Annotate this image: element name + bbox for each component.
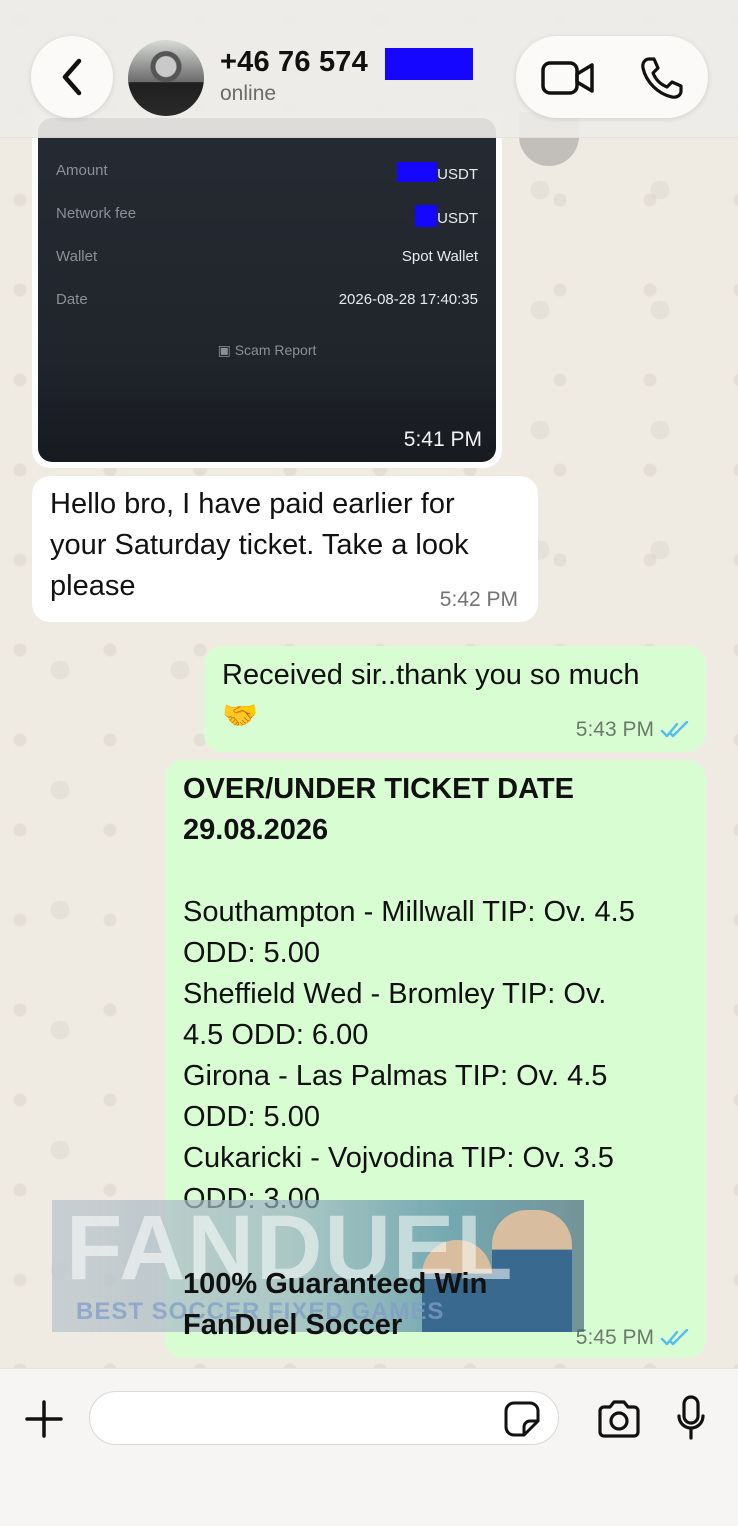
redaction-block [397, 162, 438, 182]
back-button[interactable] [31, 36, 113, 118]
sticker-icon [504, 1401, 540, 1437]
report-icon: ▣ [217, 342, 231, 358]
receipt-row-fee: Network fee USDT [56, 205, 478, 229]
incoming-message[interactable]: Hello bro, I have paid earlier for your … [32, 476, 538, 622]
receipt-row-wallet: Wallet Spot Wallet [56, 248, 478, 272]
voice-call-button[interactable] [639, 55, 685, 101]
sticker-button[interactable] [504, 1401, 540, 1437]
redaction-block [385, 48, 473, 80]
outgoing-message[interactable]: Received sir..thank you so much 🤝 5:43 P… [204, 646, 706, 752]
receipt-label: Network fee [56, 205, 137, 222]
ticket-title: OVER/UNDER TICKET DATE [183, 773, 574, 805]
contact-status: online [220, 82, 277, 105]
receipt-row-amount: Amount USDT [56, 162, 478, 186]
ticket-footer: 100% Guaranteed Win FanDuel Soccer [183, 1264, 487, 1346]
image-message[interactable]: Amount USDT Network fee USDT Wallet Spot… [32, 112, 502, 468]
microphone-button[interactable] [676, 1395, 706, 1441]
message-time: 5:41 PM [403, 428, 482, 451]
receipt-value: 2026-08-28 17:40:35 [338, 291, 478, 308]
video-call-button[interactable] [540, 58, 596, 98]
message-line: please [50, 570, 136, 602]
microphone-icon [677, 1395, 705, 1440]
message-time: 5:42 PM [439, 588, 518, 611]
receipt-value: Spot Wallet [401, 248, 478, 265]
message-line: Hello bro, I have paid earlier for [50, 488, 455, 520]
receipt-currency: USDT [437, 166, 478, 183]
redaction-block [415, 205, 438, 227]
ticket-date: 29.08.2026 [183, 814, 329, 846]
chat-header: +46 76 574 online [0, 0, 738, 138]
message-meta: 5:45 PM [576, 1326, 690, 1350]
ticket-line: Girona - Las Palmas TIP: Ov. 4.5 [183, 1060, 608, 1092]
message-time: 5:43 PM [575, 718, 654, 741]
ticket-line: Sheffield Wed - Bromley TIP: Ov. [183, 978, 607, 1010]
message-text: Hello bro, I have paid earlier for your … [50, 484, 469, 607]
receipt-currency: USDT [437, 210, 478, 227]
call-actions [516, 36, 708, 118]
message-line: Received sir..thank you so much [222, 659, 640, 691]
receipt-row-date: Date 2026-08-28 17:40:35 [56, 291, 478, 315]
receipt-screenshot[interactable]: Amount USDT Network fee USDT Wallet Spot… [38, 118, 496, 462]
message-text: OVER/UNDER TICKET DATE 29.08.2026 Southa… [183, 769, 635, 1220]
plus-icon [25, 1400, 63, 1438]
video-camera-icon [541, 61, 594, 95]
receipt-label: Wallet [56, 248, 98, 265]
ticket-line: ODD: 5.00 [183, 937, 320, 969]
message-meta: 5:43 PM [576, 718, 690, 742]
contact-avatar[interactable] [128, 40, 204, 116]
camera-icon [598, 1400, 640, 1438]
composer-bar [0, 1368, 738, 1526]
receipt-label: Date [56, 291, 88, 308]
message-line: your Saturday ticket. Take a look [50, 529, 469, 561]
read-ticks-icon [660, 721, 689, 738]
message-input[interactable] [89, 1391, 559, 1445]
ticket-footer-line: FanDuel Soccer [183, 1309, 403, 1341]
scam-report-label: Scam Report [234, 342, 317, 358]
ticket-line: Cukaricki - Vojvodina TIP: Ov. 3.5 [183, 1142, 614, 1174]
message-time: 5:45 PM [575, 1326, 654, 1349]
ticket-line: 4.5 ODD: 6.00 [183, 1019, 369, 1051]
receipt-value: USDT [397, 162, 478, 183]
receipt-label: Amount [56, 162, 108, 179]
ticket-line: ODD: 5.00 [183, 1101, 320, 1133]
ticket-line: Southampton - Millwall TIP: Ov. 4.5 [183, 896, 635, 928]
camera-button[interactable] [596, 1399, 642, 1439]
read-ticks-icon [660, 1329, 689, 1346]
receipt-value: USDT [415, 205, 478, 227]
chevron-left-icon [62, 58, 82, 96]
scam-report-link: ▣ Scam Report [38, 342, 496, 359]
attach-button[interactable] [24, 1399, 64, 1439]
phone-icon [641, 57, 683, 99]
ticket-footer-line: 100% Guaranteed Win [183, 1268, 488, 1300]
contact-name[interactable]: +46 76 574 [220, 46, 368, 79]
